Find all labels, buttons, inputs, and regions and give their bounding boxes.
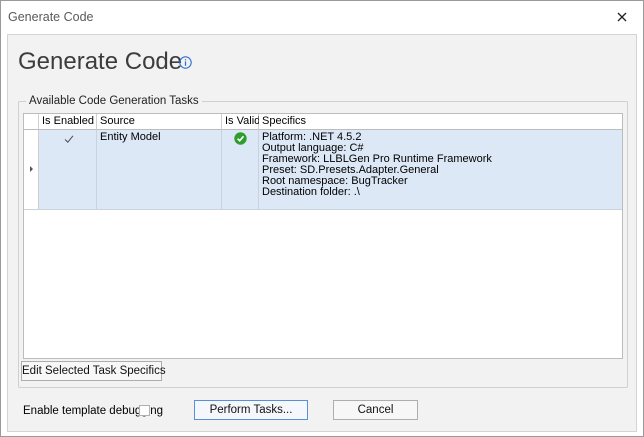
row-indicator-header xyxy=(24,114,39,130)
cell-source: Entity Model xyxy=(97,130,222,210)
edit-task-specifics-button[interactable]: Edit Selected Task Specifics xyxy=(21,361,166,381)
table-row[interactable]: Entity Model Platform: .NET 4.5.2 Output… xyxy=(24,130,622,210)
cell-is-valid xyxy=(222,130,259,210)
cell-specifics: Platform: .NET 4.5.2 Output language: C#… xyxy=(259,130,622,210)
row-selector-arrow-icon xyxy=(30,166,33,172)
column-header-is-enabled[interactable]: Is Enabled xyxy=(39,114,97,130)
column-header-is-valid[interactable]: Is Valid xyxy=(222,114,260,130)
info-icon[interactable] xyxy=(179,56,192,69)
column-header-source[interactable]: Source xyxy=(97,114,222,130)
close-button[interactable] xyxy=(601,1,643,33)
valid-check-icon xyxy=(234,132,247,145)
dialog-window: Generate Code Generate Code Available Co… xyxy=(0,0,644,437)
specifics-line: Destination folder: .\ xyxy=(262,186,360,198)
close-icon xyxy=(617,12,627,22)
row-indicator[interactable] xyxy=(24,130,39,210)
cancel-button[interactable]: Cancel xyxy=(333,400,418,420)
perform-tasks-button[interactable]: Perform Tasks... xyxy=(194,400,308,420)
cell-is-enabled[interactable] xyxy=(39,130,97,210)
checkmark-icon[interactable] xyxy=(63,133,75,145)
tasks-group-title: Available Code Generation Tasks xyxy=(26,95,202,107)
tasks-groupbox: Available Code Generation Tasks Is Enabl… xyxy=(18,95,628,388)
title-bar[interactable]: Generate Code xyxy=(1,1,643,33)
column-header-specifics[interactable]: Specifics xyxy=(259,114,622,130)
window-title: Generate Code xyxy=(8,10,94,24)
dialog-content: Generate Code Available Code Generation … xyxy=(7,34,637,432)
tasks-grid[interactable]: Is Enabled Source Is Valid Specifics Ent… xyxy=(23,113,623,359)
template-debugging-checkbox[interactable] xyxy=(139,405,150,416)
page-title: Generate Code xyxy=(18,48,183,75)
